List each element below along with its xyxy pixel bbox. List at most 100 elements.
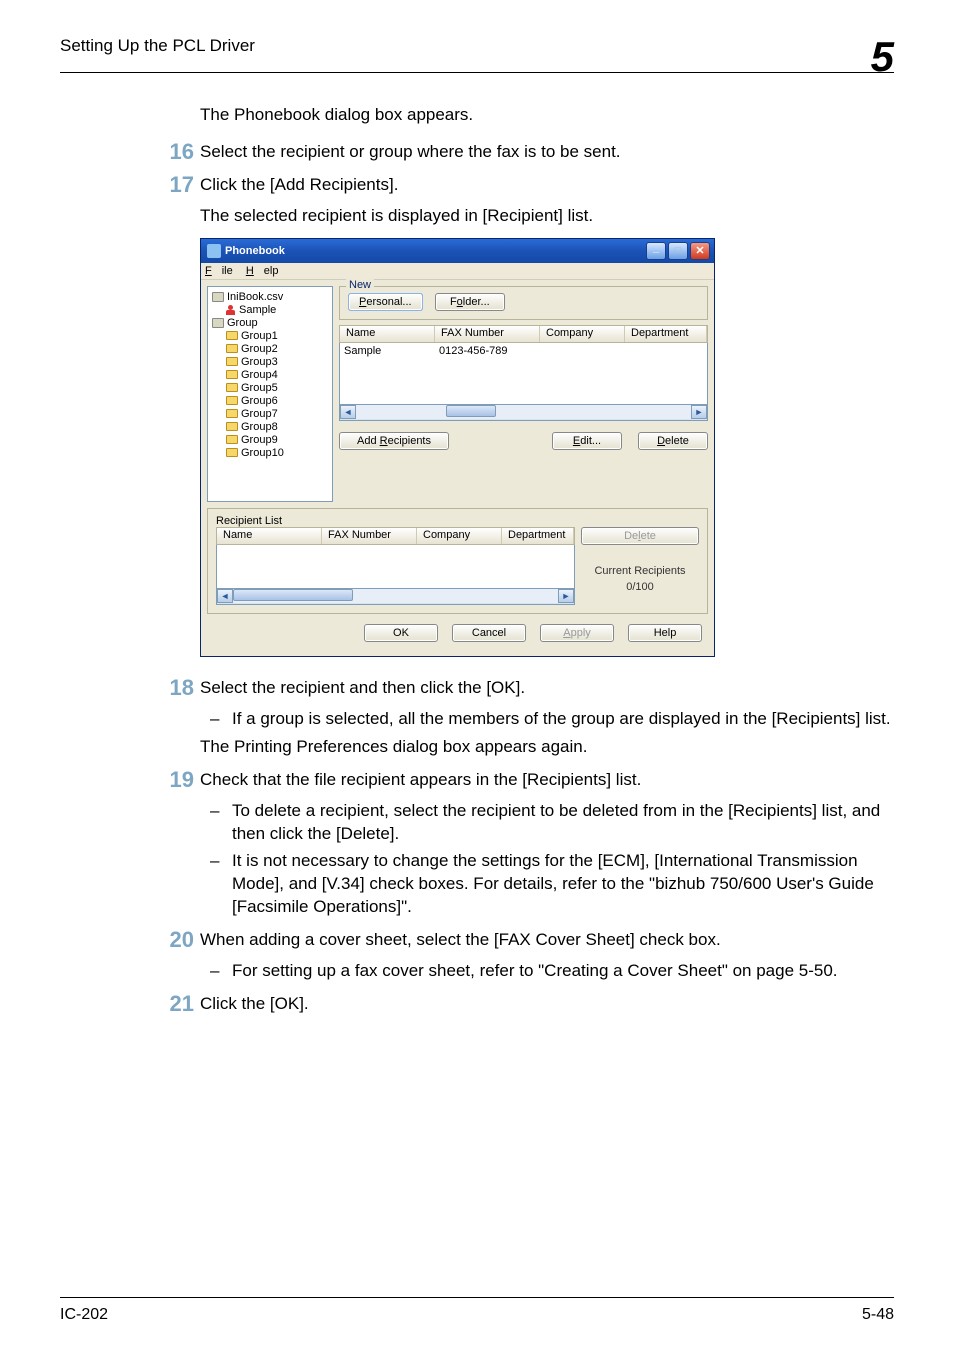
- tree-folder[interactable]: Group3: [210, 356, 330, 369]
- step-17: 17 Click the [Add Recipients].: [200, 174, 894, 197]
- maximize-button: [668, 242, 688, 260]
- col-company[interactable]: Company: [540, 326, 625, 342]
- col-department[interactable]: Department: [625, 326, 707, 342]
- ok-button[interactable]: OK: [364, 624, 438, 642]
- tree-folder[interactable]: Group8: [210, 421, 330, 434]
- step-number: 17: [150, 174, 194, 196]
- page-body: The Phonebook dialog box appears. 16 Sel…: [60, 103, 894, 1016]
- folder-button[interactable]: Folder...: [435, 293, 505, 311]
- recipient-list-fieldset: Recipient List Name FAX Number Company D…: [207, 508, 708, 614]
- step-text: When adding a cover sheet, select the [F…: [200, 929, 894, 952]
- entry-list-header: Name FAX Number Company Department: [339, 325, 708, 343]
- step-19-sub1: – To delete a recipient, select the reci…: [210, 800, 894, 846]
- scroll-left-icon[interactable]: ◄: [217, 589, 233, 603]
- step-number: 18: [150, 677, 194, 699]
- current-recipients-label: Current Recipients: [581, 565, 699, 577]
- scroll-thumb[interactable]: [446, 405, 496, 417]
- menu-help[interactable]: Help: [246, 265, 279, 277]
- recipient-delete-button[interactable]: Delete: [581, 527, 699, 545]
- recipient-list-hscroll[interactable]: ◄ ►: [216, 589, 575, 605]
- dash-icon: –: [210, 850, 232, 919]
- tree-folder[interactable]: Group10: [210, 447, 330, 460]
- help-button[interactable]: Help: [628, 624, 702, 642]
- scroll-left-icon[interactable]: ◄: [340, 405, 356, 419]
- step-number: 19: [150, 769, 194, 791]
- personal-button[interactable]: Personal...: [348, 293, 423, 311]
- title-bar[interactable]: Phonebook: [201, 239, 714, 263]
- tree-folder[interactable]: Group9: [210, 434, 330, 447]
- page-header: Setting Up the PCL Driver 5: [60, 30, 894, 73]
- cancel-button[interactable]: Cancel: [452, 624, 526, 642]
- recipient-list[interactable]: [216, 545, 575, 589]
- tree-folder[interactable]: Group6: [210, 395, 330, 408]
- close-button[interactable]: [690, 242, 710, 260]
- col-name[interactable]: Name: [217, 528, 322, 544]
- folder-icon: [226, 370, 238, 379]
- add-recipients-button[interactable]: Add Recipients: [339, 432, 449, 450]
- folder-icon: [226, 448, 238, 457]
- scroll-right-icon[interactable]: ►: [558, 589, 574, 603]
- scroll-right-icon[interactable]: ►: [691, 405, 707, 419]
- dialog-button-row: OK Cancel Apply Help: [207, 614, 708, 650]
- tree-folder[interactable]: Group5: [210, 382, 330, 395]
- tree-group-root[interactable]: Group: [210, 317, 330, 330]
- phonebook-dialog: Phonebook File Help IniBook.csv Sample G…: [200, 238, 715, 657]
- table-row[interactable]: Sample 0123-456-789: [344, 345, 703, 357]
- step-text: Check that the file recipient appears in…: [200, 769, 894, 792]
- folder-icon: [226, 435, 238, 444]
- minimize-button[interactable]: [646, 242, 666, 260]
- col-name[interactable]: Name: [340, 326, 435, 342]
- dash-icon: –: [210, 960, 232, 983]
- step-21: 21 Click the [OK].: [200, 993, 894, 1016]
- window-title: Phonebook: [225, 245, 285, 257]
- dash-icon: –: [210, 708, 232, 731]
- step-number: 21: [150, 993, 194, 1015]
- current-recipients-count: 0/100: [581, 581, 699, 593]
- step-number: 20: [150, 929, 194, 951]
- tree-folder[interactable]: Group2: [210, 343, 330, 356]
- step-18-follow: The Printing Preferences dialog box appe…: [200, 736, 894, 759]
- step-text: Click the [Add Recipients].: [200, 174, 894, 197]
- book-icon: [212, 292, 224, 302]
- address-tree[interactable]: IniBook.csv Sample Group Group1 Group2 G…: [207, 286, 333, 502]
- step-17-follow: The selected recipient is displayed in […: [200, 205, 894, 228]
- step-16: 16 Select the recipient or group where t…: [200, 141, 894, 164]
- step-text: Select the recipient and then click the …: [200, 677, 894, 700]
- recipient-list-header: Name FAX Number Company Department: [216, 527, 575, 545]
- col-department[interactable]: Department: [502, 528, 574, 544]
- recipient-legend: Recipient List: [216, 515, 282, 527]
- folder-icon: [226, 357, 238, 366]
- folder-icon: [226, 331, 238, 340]
- running-title: Setting Up the PCL Driver: [60, 36, 255, 66]
- step-19-sub2: – It is not necessary to change the sett…: [210, 850, 894, 919]
- menu-bar: File Help: [201, 263, 714, 280]
- scroll-thumb[interactable]: [233, 589, 353, 601]
- tree-sample[interactable]: Sample: [210, 304, 330, 317]
- folder-icon: [226, 396, 238, 405]
- dash-icon: –: [210, 800, 232, 846]
- step-number: 16: [150, 141, 194, 163]
- menu-file[interactable]: File: [205, 265, 233, 277]
- edit-button[interactable]: Edit...: [552, 432, 622, 450]
- col-fax[interactable]: FAX Number: [322, 528, 417, 544]
- delete-button[interactable]: Delete: [638, 432, 708, 450]
- tree-folder[interactable]: Group7: [210, 408, 330, 421]
- phonebook-dialog-figure: Phonebook File Help IniBook.csv Sample G…: [200, 238, 894, 657]
- new-legend: New: [346, 279, 374, 291]
- new-fieldset: New Personal... Folder...: [339, 286, 708, 320]
- col-company[interactable]: Company: [417, 528, 502, 544]
- footer-right: 5-48: [862, 1306, 894, 1324]
- tree-folder[interactable]: Group1: [210, 330, 330, 343]
- entry-list[interactable]: Sample 0123-456-789: [339, 343, 708, 405]
- tree-book[interactable]: IniBook.csv: [210, 291, 330, 304]
- tree-folder[interactable]: Group4: [210, 369, 330, 382]
- entry-list-hscroll[interactable]: ◄ ►: [339, 405, 708, 421]
- col-fax[interactable]: FAX Number: [435, 326, 540, 342]
- apply-button[interactable]: Apply: [540, 624, 614, 642]
- chapter-number: 5: [871, 36, 894, 78]
- app-icon: [207, 244, 221, 258]
- footer-left: IC-202: [60, 1306, 108, 1324]
- step-20-sub: – For setting up a fax cover sheet, refe…: [210, 960, 894, 983]
- step-text: Select the recipient or group where the …: [200, 141, 894, 164]
- intro-paragraph: The Phonebook dialog box appears.: [200, 103, 894, 127]
